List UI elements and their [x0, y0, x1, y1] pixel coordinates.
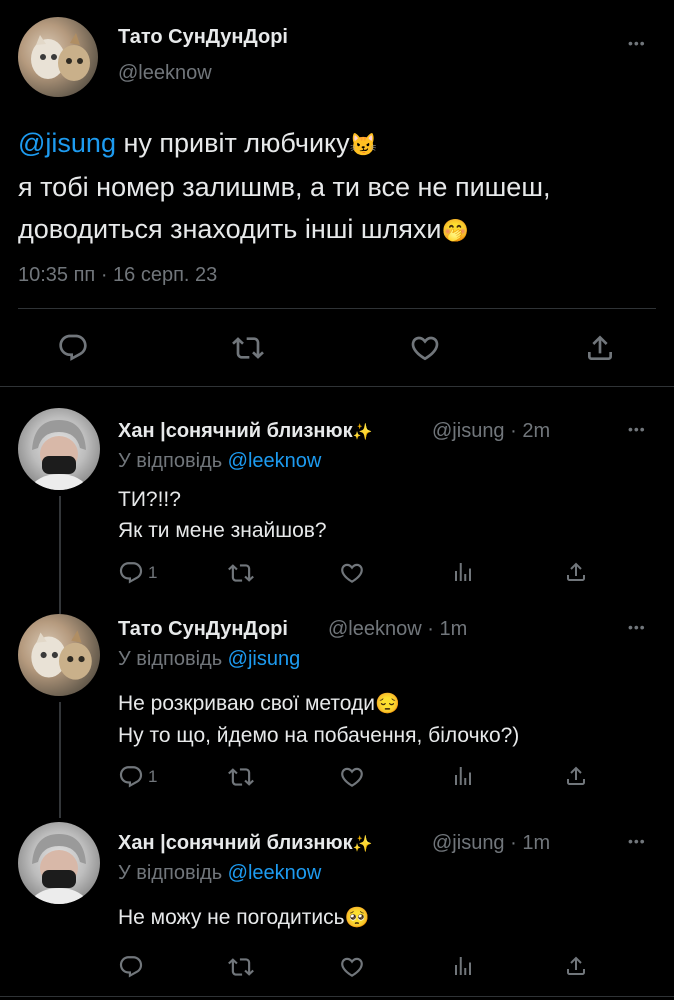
sparkles-emoji: ✨ — [352, 836, 373, 853]
thread-line — [59, 496, 61, 614]
avatar-person-image — [28, 834, 90, 904]
bottom-divider — [0, 996, 674, 997]
reply-icon — [118, 764, 144, 790]
share-button[interactable] — [564, 764, 588, 788]
share-icon — [564, 954, 588, 978]
reply-button[interactable]: 1 — [118, 560, 157, 586]
display-name[interactable]: Тато СунДунДорі — [118, 618, 288, 641]
display-name[interactable]: Хан |сонячний близнюк✨ — [118, 832, 373, 855]
reply-context: У відповідь @jisung — [118, 648, 301, 670]
tweet-text: @jisung ну привіт любчику😼 я тобі номер … — [18, 122, 551, 252]
reply-icon — [118, 954, 144, 980]
reply-meta: @leeknow · 1m — [328, 618, 467, 641]
reply-button[interactable]: 1 — [118, 764, 157, 790]
heart-icon — [409, 332, 441, 364]
hand-over-mouth-emoji: 🤭 — [441, 218, 469, 243]
section-divider — [0, 386, 674, 387]
avatar[interactable] — [18, 614, 100, 696]
thread-line — [59, 702, 61, 818]
avatar-cat-image — [31, 33, 90, 81]
reply-context: У відповідь @leeknow — [118, 862, 322, 884]
timestamp[interactable]: 10:35 пп · 16 серп. 23 — [18, 264, 217, 287]
views-button[interactable] — [451, 560, 475, 584]
more-options-icon[interactable]: ••• — [628, 36, 646, 50]
share-icon — [564, 764, 588, 788]
views-button[interactable] — [451, 764, 475, 788]
avatar[interactable] — [18, 17, 98, 97]
reply-button[interactable] — [57, 332, 89, 364]
reply-count: 1 — [148, 563, 158, 582]
retweet-button[interactable] — [228, 560, 254, 586]
views-icon — [451, 954, 475, 978]
post-time[interactable]: · 2m — [510, 420, 550, 442]
tweet-line-2: я тобі номер залишмв, а ти все не пишеш, — [18, 172, 551, 202]
divider — [18, 308, 656, 309]
post-time[interactable]: · 1m — [427, 618, 467, 640]
retweet-icon — [232, 332, 264, 364]
reply-count: 1 — [148, 767, 158, 786]
heart-icon — [339, 764, 365, 790]
display-name[interactable]: Хан |сонячний близнюк✨ — [118, 420, 373, 443]
reply-icon — [118, 560, 144, 586]
avatar-cat-image — [31, 630, 92, 680]
heart-icon — [339, 954, 365, 980]
pleading-face-emoji: 🥺 — [344, 907, 370, 929]
reply-context: У відповідь @leeknow — [118, 450, 322, 472]
heart-icon — [339, 560, 365, 586]
views-icon — [451, 560, 475, 584]
reply-to-link[interactable]: @leeknow — [228, 862, 322, 884]
reply-meta: @jisung · 1m — [432, 832, 550, 855]
avatar[interactable] — [18, 822, 100, 904]
share-button[interactable] — [564, 560, 588, 584]
share-icon — [564, 560, 588, 584]
cat-emoji: 😼 — [349, 132, 378, 157]
reply-text: ТИ?!!? Як ти мене знайшов? — [118, 488, 327, 542]
handle[interactable]: @jisung — [432, 420, 505, 442]
retweet-icon — [228, 560, 254, 586]
post-time[interactable]: · 1m — [510, 832, 550, 854]
retweet-icon — [228, 764, 254, 790]
retweet-button[interactable] — [232, 332, 264, 364]
reply-text: Не можу не погодитись🥺 — [118, 906, 370, 929]
like-button[interactable] — [409, 332, 441, 364]
handle[interactable]: @jisung — [432, 832, 505, 854]
reply-button[interactable] — [118, 954, 144, 980]
reply-text: Не розкриваю свої методи😔 Ну то що, йдем… — [118, 692, 520, 747]
avatar[interactable] — [18, 408, 100, 490]
handle[interactable]: @leeknow — [328, 618, 422, 640]
reply-icon — [57, 332, 89, 364]
retweet-button[interactable] — [228, 764, 254, 790]
more-options-icon[interactable]: ••• — [628, 620, 646, 634]
like-button[interactable] — [339, 764, 365, 790]
share-button[interactable] — [564, 954, 588, 978]
share-button[interactable] — [584, 332, 616, 364]
like-button[interactable] — [339, 954, 365, 980]
handle[interactable]: @leeknow — [118, 62, 212, 85]
retweet-button[interactable] — [228, 954, 254, 980]
retweet-icon — [228, 954, 254, 980]
mention-link[interactable]: @jisung — [18, 128, 116, 158]
tweet-line-3: доводиться знаходить інші шляхи🤭 — [18, 214, 469, 244]
more-options-icon[interactable]: ••• — [628, 834, 646, 848]
like-button[interactable] — [339, 560, 365, 586]
reply-to-link[interactable]: @leeknow — [228, 450, 322, 472]
avatar-person-image — [28, 420, 90, 490]
views-button[interactable] — [451, 954, 475, 978]
tweet-line-1: @jisung ну привіт любчику😼 — [18, 128, 378, 158]
reply-to-link[interactable]: @jisung — [228, 648, 301, 670]
share-icon — [584, 332, 616, 364]
display-name[interactable]: Тато СунДунДорі — [118, 26, 288, 49]
views-icon — [451, 764, 475, 788]
reply-meta: @jisung · 2m — [432, 420, 550, 443]
sparkles-emoji: ✨ — [352, 424, 373, 441]
pensive-emoji: 😔 — [374, 693, 400, 715]
more-options-icon[interactable]: ••• — [628, 422, 646, 436]
